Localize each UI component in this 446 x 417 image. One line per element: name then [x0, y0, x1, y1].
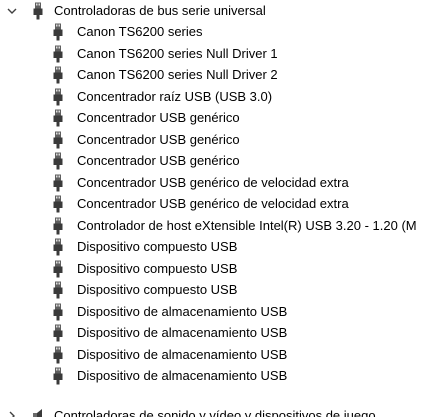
device-item[interactable]: Concentrador USB genérico — [0, 129, 446, 151]
device-label: Dispositivo compuesto USB — [77, 239, 238, 254]
device-label: Concentrador USB genérico — [77, 153, 240, 168]
device-label: Concentrador USB genérico — [77, 131, 240, 147]
usb-plug-icon — [52, 258, 66, 280]
device-label: Dispositivo de almacenamiento USB — [77, 346, 288, 362]
usb-plug-icon — [52, 64, 66, 86]
device-label: Dispositivo de almacenamiento USB — [77, 368, 288, 383]
device-label: Concentrador USB genérico de velocidad e… — [77, 174, 349, 190]
usb-plug-icon — [52, 43, 66, 65]
usb-plug-icon — [52, 215, 66, 237]
usb-plug-icon — [52, 150, 66, 172]
usb-plug-icon — [52, 279, 66, 301]
usb-plug-icon — [52, 172, 66, 194]
device-item[interactable]: Dispositivo de almacenamiento USB — [0, 365, 446, 387]
device-item[interactable]: Concentrador USB genérico — [0, 107, 446, 129]
device-label: Canon TS6200 series Null Driver 2 — [77, 67, 278, 82]
device-label: Dispositivo de almacenamiento USB — [77, 303, 288, 319]
device-label: Controlador de host eXtensible Intel(R) … — [77, 217, 417, 233]
device-tree: Controladoras de bus serie universal Can… — [0, 0, 446, 417]
usb-plug-icon — [52, 322, 66, 344]
usb-plug-icon — [52, 21, 66, 43]
device-label: Concentrador raíz USB (USB 3.0) — [77, 88, 273, 104]
usb-plug-icon — [32, 0, 46, 22]
category-sound-label: Controladoras de sonido y vídeo y dispos… — [54, 408, 376, 417]
device-item[interactable]: Concentrador USB genérico de velocidad e… — [0, 172, 446, 194]
usb-plug-icon — [52, 365, 66, 387]
category-usb-label: Controladoras de bus serie universal — [54, 3, 266, 18]
device-label: Concentrador USB genérico de velocidad e… — [77, 196, 349, 211]
device-label: Canon TS6200 series — [77, 24, 203, 39]
usb-plug-icon — [52, 301, 66, 323]
device-item[interactable]: Dispositivo compuesto USB — [0, 279, 446, 301]
device-label: Dispositivo compuesto USB — [77, 260, 238, 276]
device-item[interactable]: Concentrador raíz USB (USB 3.0) — [0, 86, 446, 108]
device-item[interactable]: Dispositivo de almacenamiento USB — [0, 301, 446, 323]
device-item[interactable]: Dispositivo compuesto USB — [0, 258, 446, 280]
device-item[interactable]: Concentrador USB genérico de velocidad e… — [0, 193, 446, 215]
device-item[interactable]: Dispositivo de almacenamiento USB — [0, 344, 446, 366]
category-sound-video[interactable]: Controladoras de sonido y vídeo y dispos… — [0, 405, 446, 417]
device-label: Canon TS6200 series Null Driver 1 — [77, 45, 278, 61]
category-usb-controllers[interactable]: Controladoras de bus serie universal — [0, 0, 446, 22]
device-label: Dispositivo compuesto USB — [77, 282, 238, 297]
device-label: Dispositivo de almacenamiento USB — [77, 325, 288, 340]
usb-plug-icon — [52, 236, 66, 258]
chevron-right-icon[interactable] — [6, 405, 20, 417]
usb-plug-icon — [52, 107, 66, 129]
speaker-icon — [32, 405, 46, 417]
device-item[interactable]: Controlador de host eXtensible Intel(R) … — [0, 215, 446, 237]
usb-plug-icon — [52, 344, 66, 366]
device-item[interactable]: Canon TS6200 series Null Driver 2 — [0, 64, 446, 86]
device-item[interactable]: Dispositivo de almacenamiento USB — [0, 322, 446, 344]
usb-plug-icon — [52, 86, 66, 108]
usb-plug-icon — [52, 129, 66, 151]
device-item[interactable]: Dispositivo compuesto USB — [0, 236, 446, 258]
device-item[interactable]: Concentrador USB genérico — [0, 150, 446, 172]
usb-plug-icon — [52, 193, 66, 215]
chevron-down-icon[interactable] — [6, 0, 20, 22]
device-label: Concentrador USB genérico — [77, 110, 240, 125]
device-item[interactable]: Canon TS6200 series Null Driver 1 — [0, 43, 446, 65]
device-item[interactable]: Canon TS6200 series — [0, 21, 446, 43]
